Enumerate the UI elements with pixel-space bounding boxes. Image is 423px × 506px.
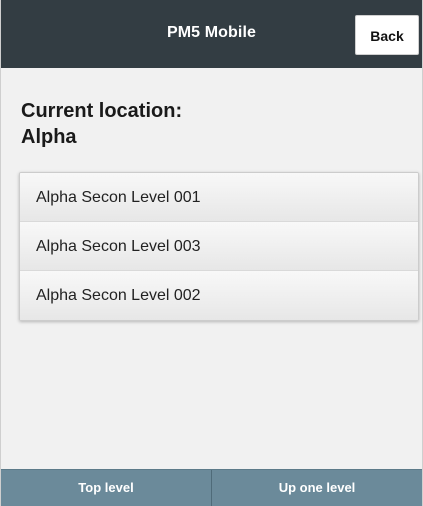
list-item[interactable]: Alpha Secon Level 002 xyxy=(20,271,418,320)
header-bar: PM5 Mobile Back xyxy=(1,0,422,68)
footer-bar: Top level Up one level xyxy=(1,469,422,506)
list-item[interactable]: Alpha Secon Level 003 xyxy=(20,222,418,271)
app-window: PM5 Mobile Back Current location: Alpha … xyxy=(0,0,423,506)
up-one-level-button[interactable]: Up one level xyxy=(211,470,422,506)
current-location-label: Current location: xyxy=(21,100,183,122)
list-item[interactable]: Alpha Secon Level 001 xyxy=(20,173,418,222)
current-location-value: Alpha xyxy=(21,126,77,148)
location-list: Alpha Secon Level 001 Alpha Secon Level … xyxy=(19,172,419,321)
top-level-button[interactable]: Top level xyxy=(1,470,211,506)
back-button[interactable]: Back xyxy=(355,15,419,55)
